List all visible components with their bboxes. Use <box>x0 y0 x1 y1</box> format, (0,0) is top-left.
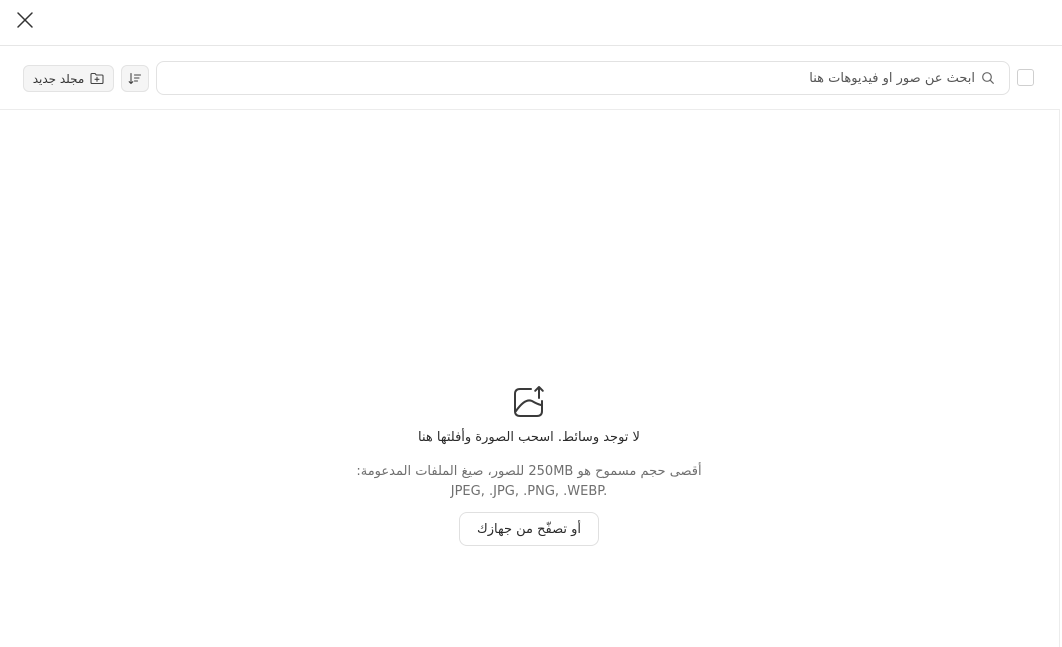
empty-state-title: لا توجد وسائط. اسحب الصورة وأفلتها هنا <box>418 430 640 445</box>
search-input[interactable] <box>175 62 975 94</box>
select-all-checkbox[interactable] <box>1017 69 1034 86</box>
close-button[interactable] <box>13 8 37 32</box>
browse-device-button[interactable]: أو تصفّح من جهازك <box>459 512 599 546</box>
search-box <box>156 61 1010 95</box>
divider <box>1059 110 1060 647</box>
search-icon <box>982 72 994 84</box>
supported-formats: JPEG, .JPG, .PNG, .WEBP. <box>450 484 608 499</box>
close-icon <box>17 12 33 28</box>
modal-header <box>0 0 1062 46</box>
sort-icon <box>128 72 142 85</box>
sort-button[interactable] <box>121 65 149 92</box>
new-folder-label: مجلد جديد <box>32 71 85 86</box>
empty-state-description: أقصى حجم مسموح هو 250MB للصور، صيغ الملف… <box>356 464 702 479</box>
image-upload-icon <box>514 386 544 417</box>
folder-plus-icon <box>90 72 104 85</box>
new-folder-button[interactable]: مجلد جديد <box>23 65 114 92</box>
empty-state: لا توجد وسائط. اسحب الصورة وأفلتها هنا أ… <box>300 384 758 546</box>
